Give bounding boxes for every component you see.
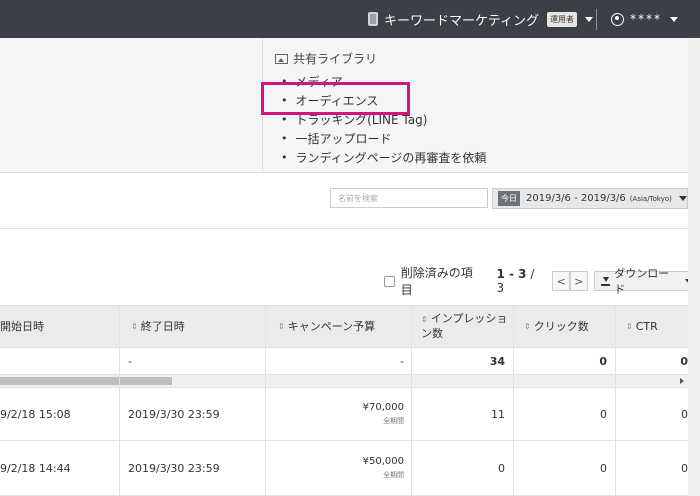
column-divider — [119, 305, 120, 496]
column-header-impressions-label: インプレッショ — [430, 312, 508, 325]
table-summary-row: - - 34 0 0 — [0, 348, 688, 375]
timezone-text: (Asia/Tokyo) — [629, 194, 672, 203]
account-name: キーワードマーケティング — [384, 13, 539, 29]
today-badge: 今日 — [498, 191, 520, 206]
show-deleted-checkbox[interactable] — [384, 275, 395, 287]
date-range-text: 2019/3/6 - 2019/3/6 — [526, 193, 626, 204]
summary-end: - — [128, 354, 132, 368]
budget-period: 全期間 — [383, 417, 404, 425]
page-range: 1 - 3 — [496, 267, 527, 281]
column-divider — [513, 305, 514, 496]
budget-amount: ¥50,000 — [362, 456, 404, 467]
topbar-divider — [596, 9, 597, 30]
horizontal-scrollbar[interactable] — [0, 375, 688, 388]
table-header: 開始日時 ⇕ 終了日時 ⇕ キャンペーン予算 ⇕ インプレッショ ン数 ⇕ クリック数 … — [0, 305, 688, 348]
row-budget: ¥50,000 全期間 — [270, 441, 404, 495]
row-clicks: 0 — [600, 407, 607, 421]
sort-icon: ⇕ — [626, 321, 633, 331]
user-menu[interactable]: **** — [611, 0, 678, 38]
caret-down-icon — [584, 16, 593, 22]
row-end: 2019/3/30 23:59 — [128, 407, 220, 421]
summary-impressions: 34 — [489, 354, 505, 368]
show-deleted-label: 削除済みの項目 — [400, 266, 473, 297]
caret-down-icon — [670, 16, 678, 22]
download-label: ダウンロード — [614, 267, 670, 296]
user-icon — [611, 12, 624, 26]
prev-page-button[interactable]: < — [552, 271, 571, 291]
page-total: 3 — [496, 281, 505, 295]
row-budget: ¥70,000 全期間 — [270, 388, 404, 440]
top-bar: キーワードマーケティング 運用者 **** — [0, 0, 700, 38]
date-range-picker[interactable]: 今日 2019/3/6 - 2019/3/6 (Asia/Tokyo) — [492, 188, 688, 209]
row-end: 2019/3/30 23:59 — [128, 461, 220, 475]
phone-icon — [368, 12, 378, 26]
column-header-impressions[interactable]: ⇕ インプレッショ ン数 — [421, 306, 507, 347]
shared-library-label: 共有ライブラリ — [293, 52, 378, 66]
table-row[interactable]: 9/2/18 15:08 2019/3/30 23:59 ¥70,000 全期間… — [0, 388, 688, 441]
column-header-impressions-label-2: ン数 — [421, 327, 443, 340]
row-impressions: 11 — [491, 407, 505, 421]
sort-icon: ⇕ — [131, 321, 138, 331]
scrollbar-thumb[interactable] — [0, 377, 172, 385]
sort-icon: ⇕ — [278, 321, 285, 331]
budget-period: 全期間 — [383, 471, 404, 479]
right-scroll-gutter — [688, 38, 700, 496]
search-input[interactable] — [330, 188, 488, 208]
sort-icon: ⇕ — [524, 321, 531, 331]
column-header-ctr[interactable]: ⇕ CTR — [626, 306, 658, 347]
column-divider — [615, 305, 616, 496]
image-icon — [275, 53, 288, 64]
scroll-right-arrow-icon[interactable] — [680, 378, 684, 384]
row-ctr: 0 — [681, 407, 688, 421]
row-start: 9/2/18 15:08 — [0, 407, 71, 421]
column-header-budget-label: キャンペーン予算 — [287, 319, 376, 333]
user-name: **** — [630, 12, 662, 26]
column-divider — [265, 305, 266, 496]
column-header-clicks-label: クリック数 — [533, 319, 589, 333]
column-header-clicks[interactable]: ⇕ クリック数 — [524, 306, 589, 347]
highlight-annotation — [261, 82, 410, 115]
column-header-end[interactable]: ⇕ 終了日時 — [131, 306, 185, 347]
download-button[interactable]: ダウンロード — [593, 267, 700, 296]
table-row[interactable]: 9/2/18 14:44 2019/3/30 23:59 ¥50,000 全期間… — [0, 441, 688, 496]
summary-clicks: 0 — [599, 354, 607, 368]
page-separator: / — [530, 267, 535, 281]
column-header-budget[interactable]: ⇕ キャンペーン予算 — [278, 306, 375, 347]
column-divider — [411, 305, 412, 496]
budget-amount: ¥70,000 — [362, 402, 404, 413]
row-start: 9/2/18 14:44 — [0, 461, 71, 475]
row-ctr: 0 — [681, 461, 688, 475]
row-impressions: 0 — [498, 461, 505, 475]
download-icon — [600, 276, 610, 286]
menu-item-bulk-upload[interactable]: 一括アップロード — [281, 129, 486, 148]
menu-item-landing-page-review[interactable]: ランディングページの再審査を依頼 — [281, 148, 487, 167]
next-page-button[interactable]: > — [570, 271, 588, 291]
account-switcher[interactable]: キーワードマーケティング 運用者 — [368, 0, 593, 38]
summary-ctr: 0 — [680, 354, 688, 368]
section-divider — [0, 228, 688, 229]
column-header-ctr-label: CTR — [635, 319, 658, 333]
column-header-end-label: 終了日時 — [140, 319, 185, 333]
summary-budget: - — [400, 354, 404, 368]
column-header-start[interactable]: 開始日時 — [0, 306, 44, 347]
shared-library-heading: 共有ライブラリ — [275, 50, 377, 67]
pagination-text: 1 - 3 / 3 — [496, 267, 544, 295]
row-clicks: 0 — [600, 461, 607, 475]
column-header-start-label: 開始日時 — [0, 319, 44, 333]
role-badge: 運用者 — [546, 11, 577, 27]
caret-down-icon — [678, 196, 687, 201]
table-controls: 削除済みの項目 1 - 3 / 3 < > ダウンロード — [384, 266, 700, 297]
sort-icon: ⇕ — [421, 315, 428, 324]
